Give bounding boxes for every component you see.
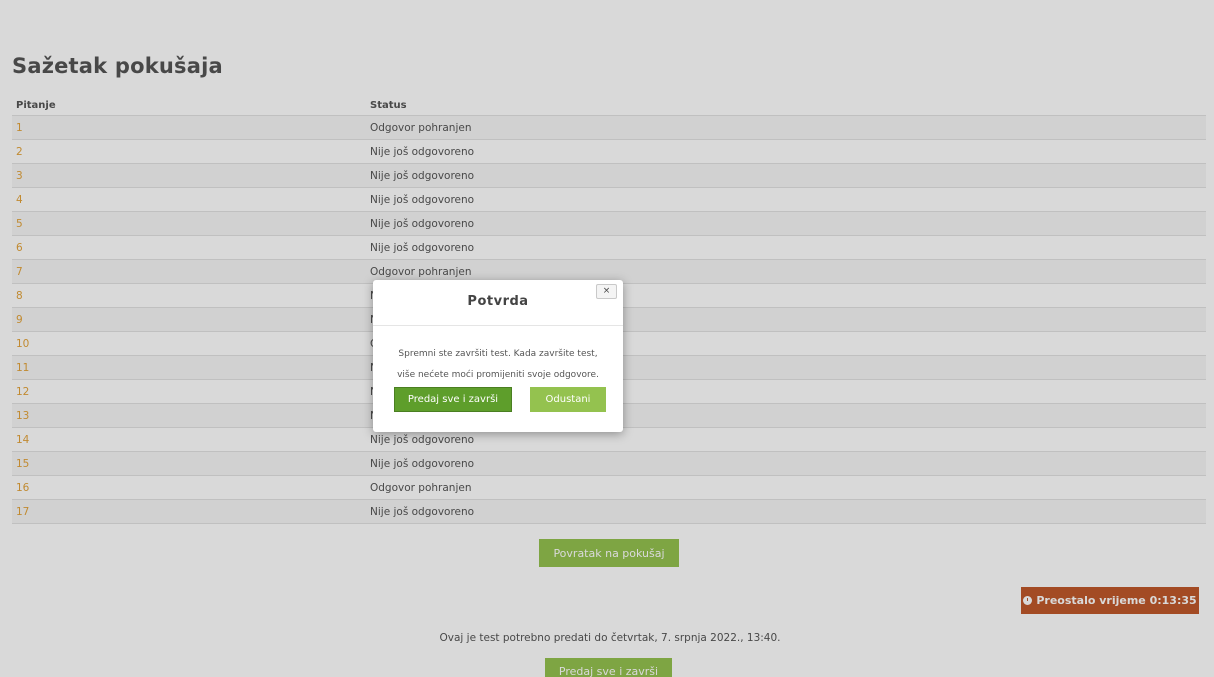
dialog-message: Spremni ste završiti test. Kada završite… xyxy=(383,344,613,386)
confirmation-dialog: Potvrda × Spremni ste završiti test. Kad… xyxy=(373,280,623,432)
dialog-message-line-1: Spremni ste završiti test. Kada završite… xyxy=(398,349,598,359)
dialog-title: Potvrda xyxy=(467,294,529,309)
close-icon[interactable]: × xyxy=(596,284,617,299)
cancel-button[interactable]: Odustani xyxy=(530,387,606,412)
dialog-header: Potvrda × xyxy=(373,280,623,326)
confirm-submit-button[interactable]: Predaj sve i završi xyxy=(394,387,512,412)
dialog-message-line-2: više nećete moći promijeniti svoje odgov… xyxy=(397,370,599,380)
